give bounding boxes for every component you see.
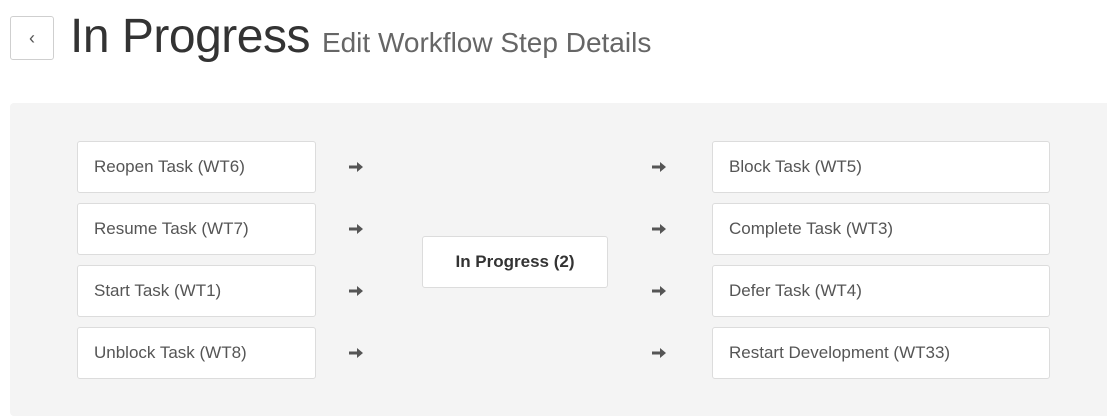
arrow-right-icon (349, 286, 363, 296)
incoming-transition[interactable]: Start Task (WT1) (77, 265, 316, 317)
arrow-right-icon (652, 162, 666, 172)
incoming-transition[interactable]: Unblock Task (WT8) (77, 327, 316, 379)
arrow-right-icon (652, 286, 666, 296)
chevron-left-icon: ‹ (29, 28, 35, 48)
outgoing-transition[interactable]: Complete Task (WT3) (712, 203, 1050, 255)
outgoing-transition[interactable]: Defer Task (WT4) (712, 265, 1050, 317)
arrow-right-icon (349, 224, 363, 234)
arrow-right-icon (349, 162, 363, 172)
outgoing-transition[interactable]: Restart Development (WT33) (712, 327, 1050, 379)
current-step: In Progress (2) (422, 236, 608, 288)
arrow-right-icon (652, 224, 666, 234)
page-header: ‹ In Progress Edit Workflow Step Details (10, 6, 651, 66)
arrow-right-icon (349, 348, 363, 358)
arrow-right-icon (652, 348, 666, 358)
page-title: In Progress (70, 9, 310, 63)
outgoing-transition[interactable]: Block Task (WT5) (712, 141, 1050, 193)
workflow-panel: Reopen Task (WT6) Resume Task (WT7) Star… (10, 103, 1107, 416)
incoming-transition[interactable]: Reopen Task (WT6) (77, 141, 316, 193)
back-button[interactable]: ‹ (10, 16, 54, 60)
incoming-transition[interactable]: Resume Task (WT7) (77, 203, 316, 255)
page-subtitle: Edit Workflow Step Details (321, 27, 652, 58)
